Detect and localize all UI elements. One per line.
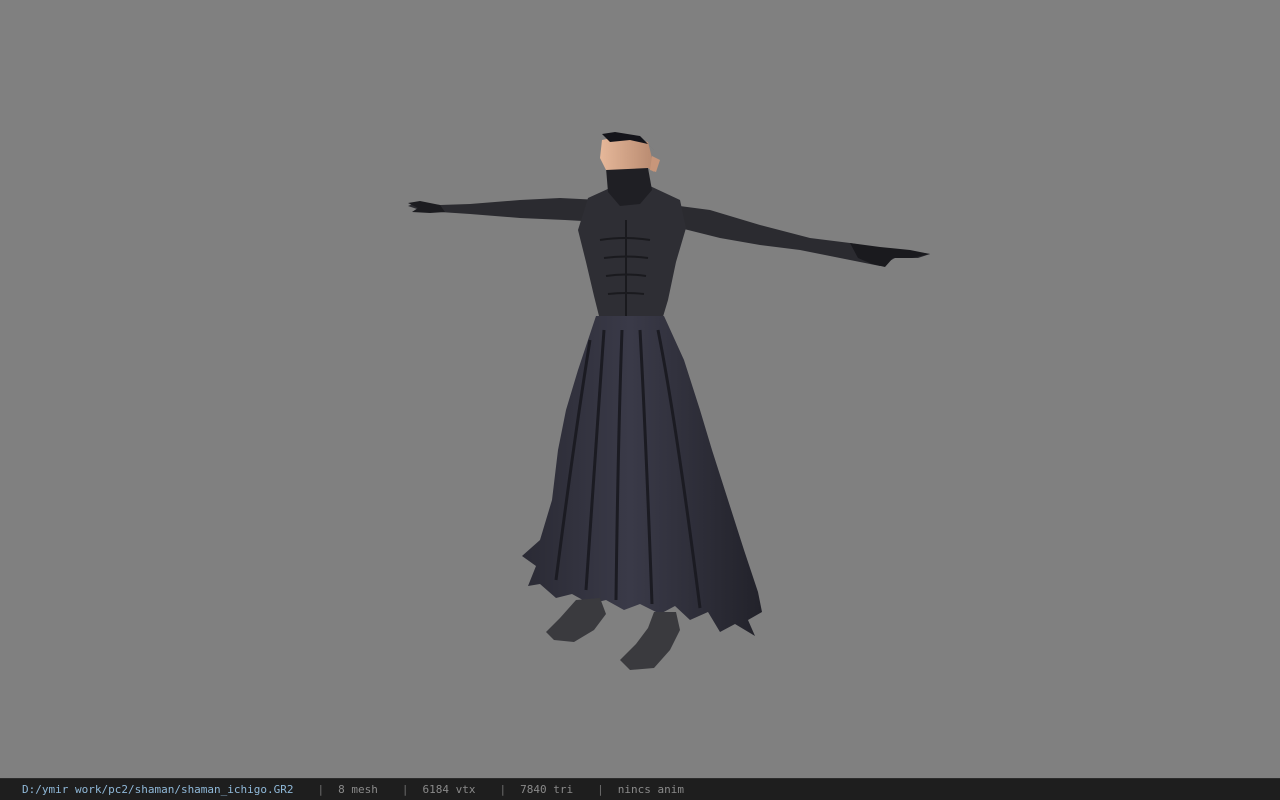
status-bar: D:/ymir work/pc2/shaman/shaman_ichigo.GR… xyxy=(0,778,1280,800)
separator: | xyxy=(499,783,507,796)
mesh-count: 8 mesh xyxy=(338,783,378,796)
separator: | xyxy=(401,783,409,796)
3d-viewport[interactable] xyxy=(0,0,1280,778)
torso xyxy=(578,186,686,320)
left-foot xyxy=(546,598,606,642)
file-path-label: D:/ymir work/pc2/shaman/shaman_ichigo.GR… xyxy=(22,783,294,796)
head xyxy=(600,136,654,172)
vertex-count: 6184 vtx xyxy=(422,783,476,796)
separator: | xyxy=(597,783,604,796)
right-foot xyxy=(620,612,680,670)
right-hand xyxy=(850,243,930,267)
separator: | xyxy=(317,783,325,796)
triangle-count: 7840 tri xyxy=(520,783,574,796)
character-model[interactable] xyxy=(0,0,1280,778)
animation-status: nincs anim xyxy=(617,783,684,796)
